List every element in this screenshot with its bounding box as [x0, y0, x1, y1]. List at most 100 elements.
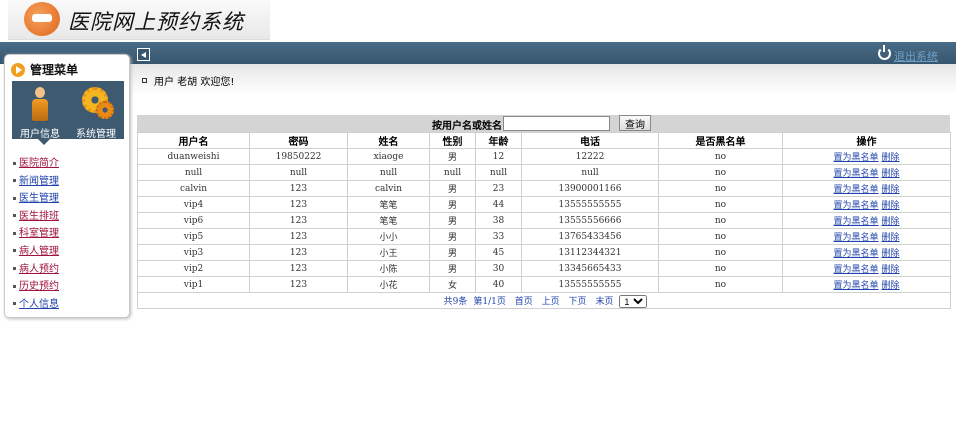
table-cell: 小小: [347, 228, 430, 245]
table-row: vip5 123 小小男 33 13765433456 no 置为黑名单 删除: [137, 228, 951, 245]
table-cell: 23: [475, 180, 522, 197]
sidebar-title-text: 管理菜单: [30, 63, 79, 77]
page-select[interactable]: 1: [619, 294, 648, 308]
sidebar-item-appointments[interactable]: 病人预约: [19, 264, 59, 275]
sidebar-item: 科室管理: [13, 224, 59, 242]
table-row: vip1 123 小花女 40 13555555555 no 置为黑名单 删除: [137, 276, 951, 293]
pager-row: 共9条 第1/1页 首页 上页 下页 末页 1: [137, 292, 951, 309]
table-cell: 13112344321: [521, 244, 659, 261]
table-cell: 123: [249, 276, 348, 293]
sidebar-item-news[interactable]: 新闻管理: [19, 176, 59, 187]
table-cell: 12222: [521, 148, 659, 165]
column-header: 年龄: [475, 132, 522, 149]
table-cell: 123: [249, 180, 348, 197]
search-input[interactable]: [503, 116, 610, 131]
table-cell: 13555555555: [521, 196, 659, 213]
delete-link[interactable]: 删除: [881, 153, 899, 163]
sidebar-item: 历史预约: [13, 277, 59, 295]
table-cell: 小陈: [347, 260, 430, 277]
table-cell: 19850222: [249, 148, 348, 165]
table-row: vip2 123 小陈男 30 13345665433 no 置为黑名单 删除: [137, 260, 951, 277]
first-page-link[interactable]: 首页: [515, 297, 533, 307]
table-row: vip6 123 笔笔男 38 13555556666 no 置为黑名单 删除: [137, 212, 951, 229]
table-cell: 123: [249, 212, 348, 229]
table-cell: 13555556666: [521, 212, 659, 229]
power-icon[interactable]: [878, 45, 891, 60]
table-cell: 45: [475, 244, 522, 261]
table-cell: null: [521, 164, 659, 181]
table-cell: 38: [475, 212, 522, 229]
sidebar-item-history[interactable]: 历史预约: [19, 281, 59, 292]
blacklist-link[interactable]: 置为黑名单: [834, 233, 879, 243]
sidebar-item: 医生排班: [13, 207, 59, 225]
blacklist-link[interactable]: 置为黑名单: [834, 265, 879, 275]
action-cell: 置为黑名单 删除: [782, 276, 951, 293]
blacklist-link[interactable]: 置为黑名单: [834, 217, 879, 227]
blacklist-link[interactable]: 置为黑名单: [834, 153, 879, 163]
user-icon: [32, 87, 48, 121]
table-cell: null: [347, 164, 430, 181]
sidebar-item-departments[interactable]: 科室管理: [19, 228, 59, 239]
content-band: [130, 64, 956, 94]
action-cell: 置为黑名单 删除: [782, 196, 951, 213]
table-cell: no: [658, 196, 783, 213]
sidebar-item-doctors[interactable]: 医生管理: [19, 193, 59, 204]
logout-link[interactable]: 退出系统: [894, 48, 938, 64]
action-cell: 置为黑名单 删除: [782, 148, 951, 165]
table-cell: 13555555555: [521, 276, 659, 293]
table-cell: 笔笔: [347, 212, 430, 229]
sidebar-item-patients[interactable]: 病人管理: [19, 246, 59, 257]
table-cell: no: [658, 164, 783, 181]
blacklist-link[interactable]: 置为黑名单: [834, 169, 879, 179]
table-cell: 男: [429, 148, 476, 165]
sidebar-item: 个人信息: [13, 295, 59, 313]
delete-link[interactable]: 删除: [881, 217, 899, 227]
welcome-message: 用户 老胡 欢迎您!: [142, 73, 234, 88]
delete-link[interactable]: 删除: [881, 265, 899, 275]
delete-link[interactable]: 删除: [881, 169, 899, 179]
table-cell: vip5: [137, 228, 250, 245]
app-title: 医院网上预约系统: [68, 10, 244, 34]
column-header: 姓名: [347, 132, 430, 149]
table-row: null null null null null null no 置为黑名单 删除: [137, 164, 951, 181]
blacklist-link[interactable]: 置为黑名单: [834, 201, 879, 211]
table-cell: 13345665433: [521, 260, 659, 277]
delete-link[interactable]: 删除: [881, 249, 899, 259]
table-row: calvin 123 calvin 男 23 13900001166 no 置为黑名单 删除: [137, 180, 951, 197]
welcome-text: 用户 老胡 欢迎您!: [154, 77, 235, 88]
collapse-sidebar-icon[interactable]: [137, 48, 150, 61]
table-row: vip4 123 笔笔男 44 13555555555 no 置为黑名单 删除: [137, 196, 951, 213]
delete-link[interactable]: 删除: [881, 201, 899, 211]
table-cell: 男: [429, 212, 476, 229]
last-page-link[interactable]: 末页: [595, 297, 613, 307]
next-page-link[interactable]: 下页: [569, 297, 587, 307]
table-cell: 123: [249, 196, 348, 213]
sidebar-item: 病人预约: [13, 260, 59, 278]
delete-link[interactable]: 删除: [881, 185, 899, 195]
table-cell: null: [249, 164, 348, 181]
blacklist-link[interactable]: 置为黑名单: [834, 185, 879, 195]
sidebar-item-schedule[interactable]: 医生排班: [19, 211, 59, 222]
category-user-info[interactable]: 用户信息: [12, 81, 68, 140]
table-cell: vip6: [137, 212, 250, 229]
column-header: 操作: [782, 132, 951, 149]
search-button[interactable]: 查询: [619, 115, 651, 131]
search-label: 按用户名或姓名:: [432, 121, 506, 132]
table-row: duanweishi 19850222 xiaoge 男 12 12222 no 置为黑名单 …: [137, 148, 951, 165]
prev-page-link[interactable]: 上页: [542, 297, 560, 307]
blacklist-link[interactable]: 置为黑名单: [834, 249, 879, 259]
sidebar-menu: 医院简介 新闻管理 医生管理 医生排班 科室管理 病人管理 病人预约 历史预约 …: [13, 154, 59, 312]
sidebar-item-profile[interactable]: 个人信息: [19, 299, 59, 310]
sidebar-title: 管理菜单: [11, 61, 78, 78]
sidebar-item-hospital-intro[interactable]: 医院简介: [19, 158, 59, 169]
category-system-management[interactable]: 系统管理: [68, 81, 124, 140]
table-cell: 笔笔: [347, 196, 430, 213]
delete-link[interactable]: 删除: [881, 233, 899, 243]
logo-icon: [24, 2, 60, 36]
table-cell: 男: [429, 196, 476, 213]
delete-link[interactable]: 删除: [881, 281, 899, 291]
search-bar: 按用户名或姓名: 查询: [137, 115, 950, 132]
table-cell: calvin: [347, 180, 430, 197]
table-cell: 123: [249, 260, 348, 277]
blacklist-link[interactable]: 置为黑名单: [834, 281, 879, 291]
